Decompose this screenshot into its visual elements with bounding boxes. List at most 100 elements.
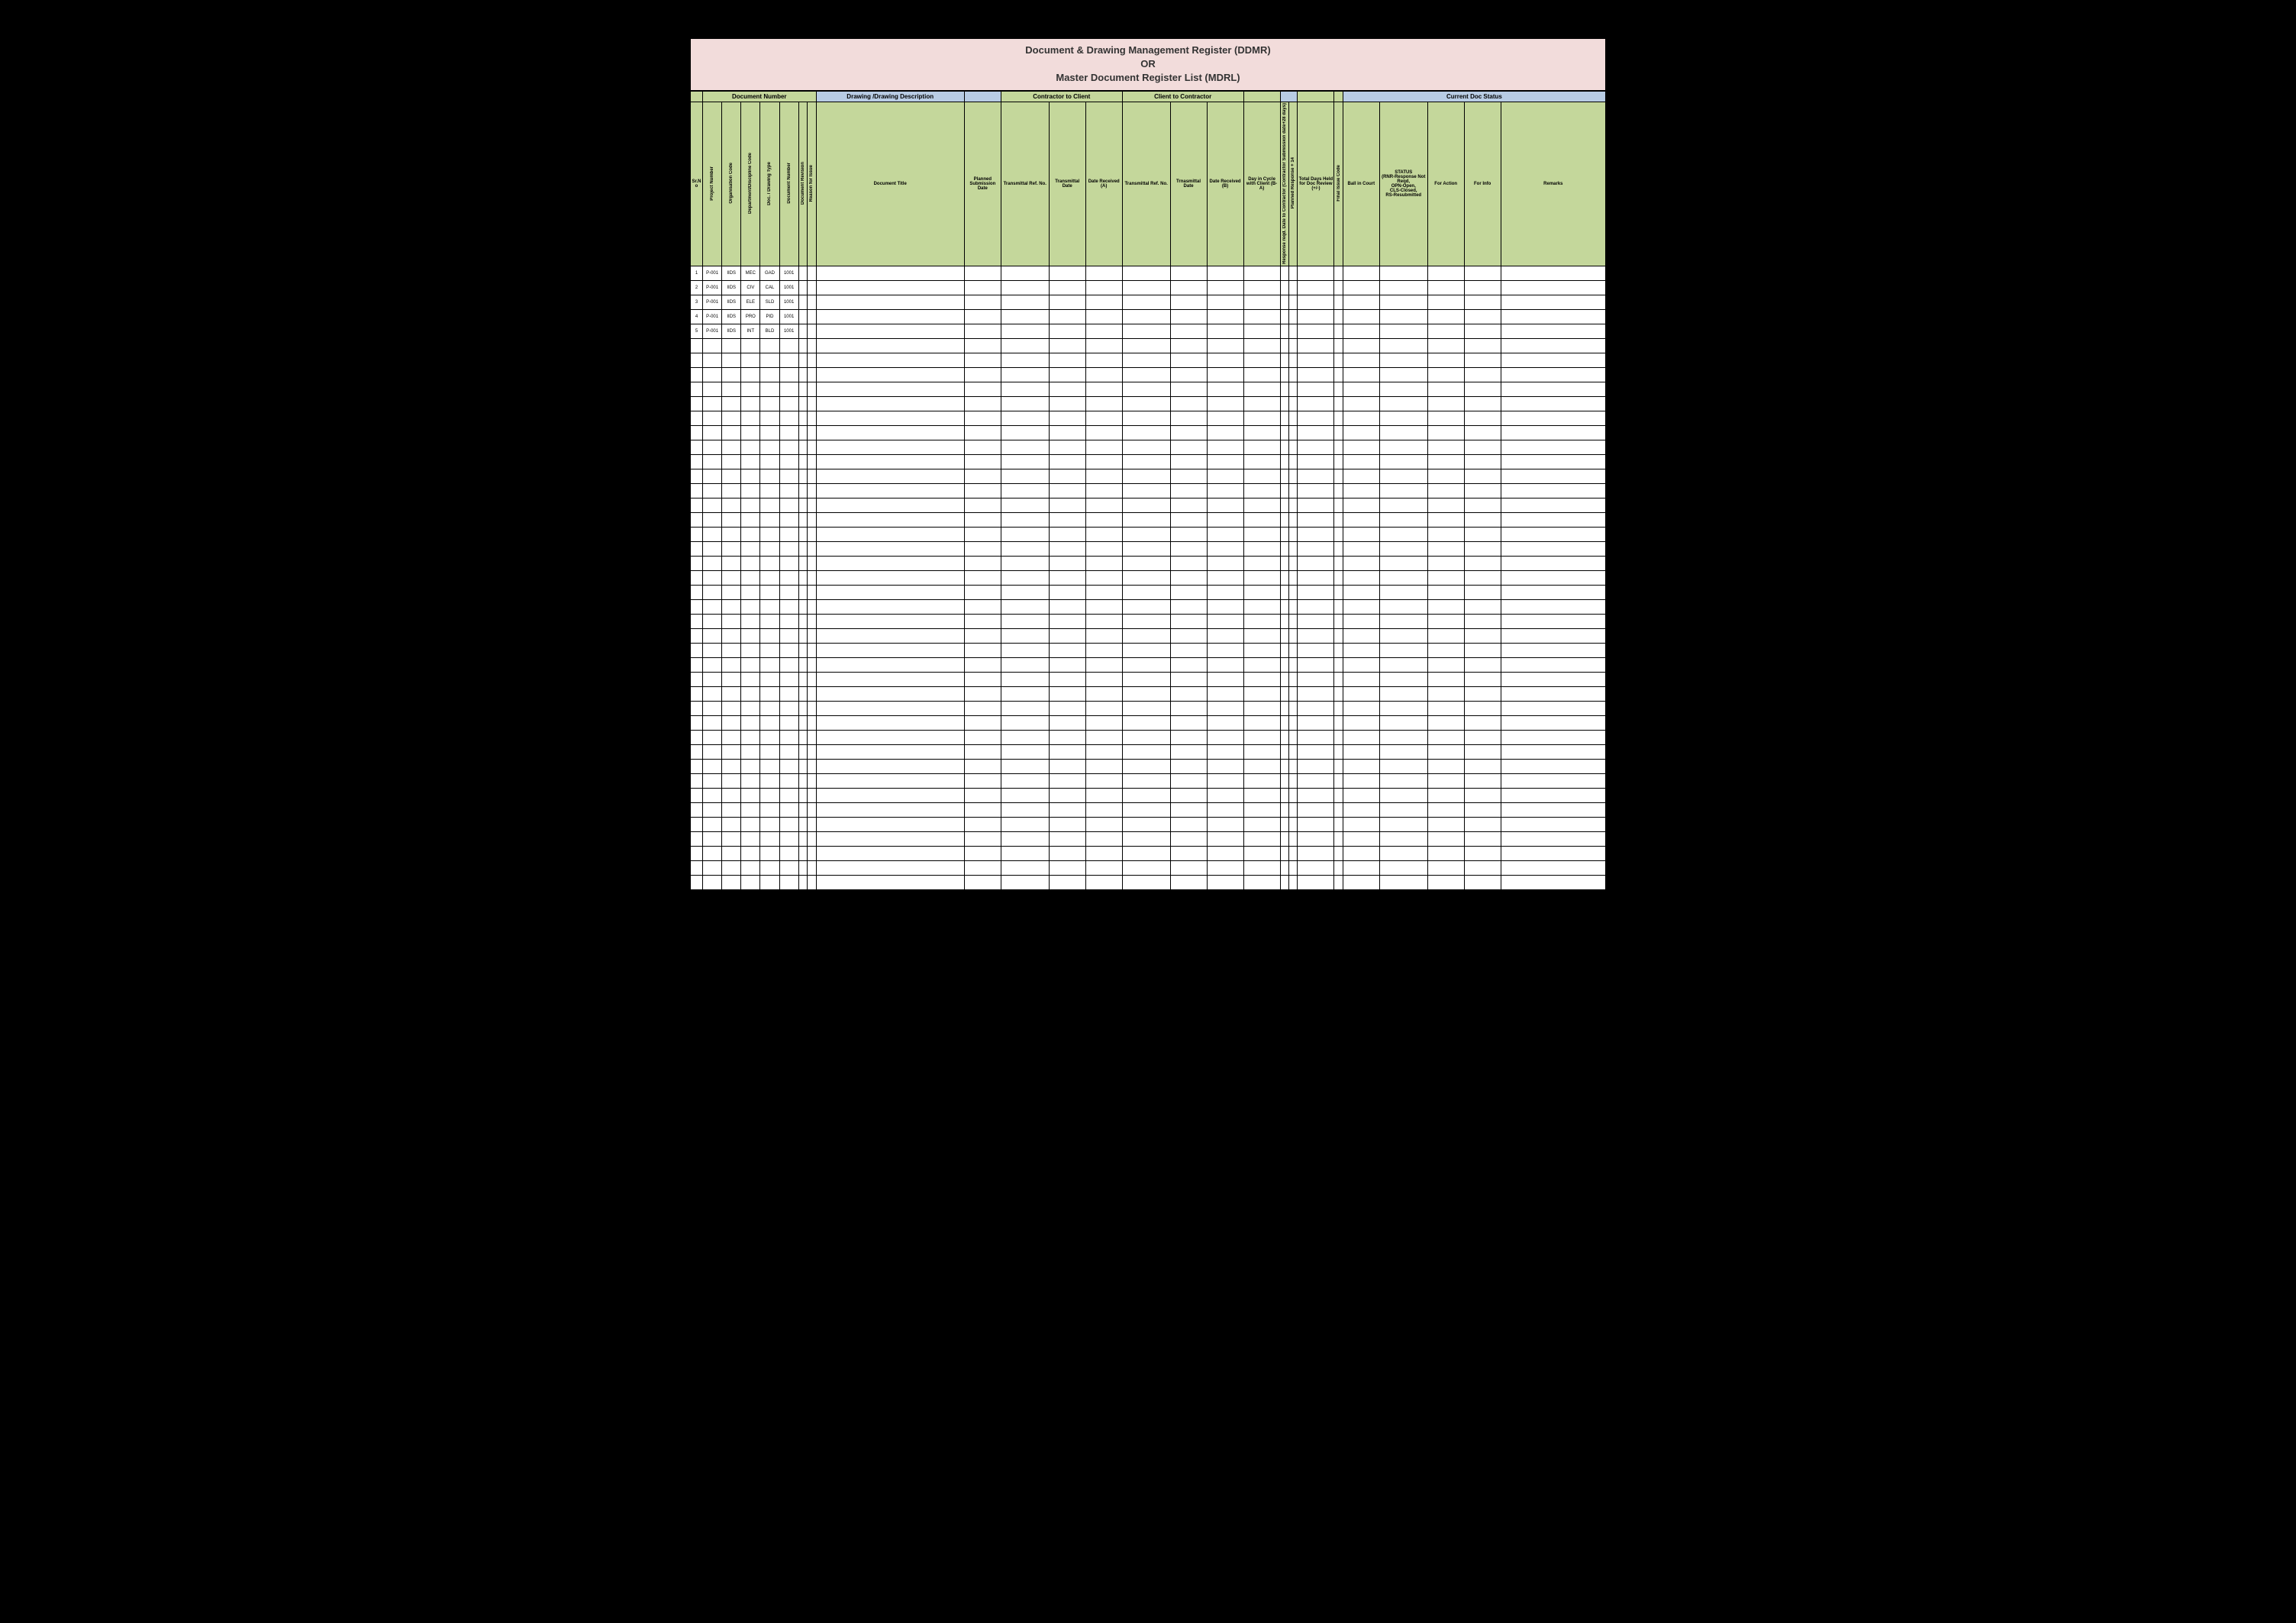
table-cell <box>1001 397 1049 411</box>
table-cell <box>1298 644 1334 658</box>
table-cell <box>1049 615 1085 629</box>
table-cell <box>1243 440 1280 455</box>
table-cell <box>1243 295 1280 310</box>
table-cell <box>1085 266 1122 281</box>
table-cell <box>779 818 798 832</box>
table-cell <box>1464 832 1501 847</box>
table-cell <box>703 469 722 484</box>
table-cell <box>1207 411 1243 426</box>
table-cell <box>1001 861 1049 876</box>
sec-status: Current Doc Status <box>1343 91 1605 102</box>
hdr-reason: Reason for Issue <box>808 102 816 266</box>
table-cell <box>1122 324 1170 339</box>
table-cell <box>816 324 964 339</box>
table-cell: IIDS <box>722 266 741 281</box>
table-cell <box>779 876 798 890</box>
table-cell <box>703 440 722 455</box>
table-cell <box>1049 484 1085 499</box>
table-cell <box>964 745 1001 760</box>
table-cell <box>1427 426 1464 440</box>
table-cell <box>1122 876 1170 890</box>
table-cell <box>1001 382 1049 397</box>
table-cell <box>703 716 722 731</box>
table-cell <box>1243 745 1280 760</box>
table-cell <box>779 760 798 774</box>
table-cell <box>1243 861 1280 876</box>
table-cell <box>691 716 703 731</box>
table-cell <box>1427 266 1464 281</box>
table-cell <box>1379 629 1427 644</box>
table-cell <box>722 789 741 803</box>
table-cell <box>1464 368 1501 382</box>
table-cell: ELE <box>741 295 760 310</box>
table-cell <box>1343 615 1379 629</box>
table-cell <box>798 411 807 426</box>
table-cell <box>1049 803 1085 818</box>
table-cell <box>1343 310 1379 324</box>
table-cell <box>1049 745 1085 760</box>
table-cell <box>722 876 741 890</box>
table-cell <box>1464 295 1501 310</box>
table-cell <box>1298 469 1334 484</box>
table-cell <box>703 818 722 832</box>
table-cell <box>1243 411 1280 426</box>
table-cell <box>798 455 807 469</box>
title-line3: Master Document Register List (MDRL) <box>691 71 1605 85</box>
table-cell <box>1122 760 1170 774</box>
table-cell <box>1207 818 1243 832</box>
table-cell <box>964 658 1001 673</box>
table-cell <box>798 687 807 702</box>
hdr-transdate2: Trnasmittal Date <box>1170 102 1207 266</box>
table-cell <box>1280 716 1288 731</box>
table-cell <box>816 440 964 455</box>
table-cell <box>1464 528 1501 542</box>
table-cell <box>1243 832 1280 847</box>
table-cell <box>1427 455 1464 469</box>
table-cell <box>798 745 807 760</box>
table-cell <box>1298 586 1334 600</box>
table-cell <box>741 557 760 571</box>
table-cell: 4 <box>691 310 703 324</box>
table-cell <box>741 455 760 469</box>
table-cell <box>703 702 722 716</box>
table-cell <box>741 382 760 397</box>
table-cell <box>964 469 1001 484</box>
hdr-srno: Sr.No <box>691 102 703 266</box>
table-cell <box>722 513 741 528</box>
table-cell <box>1280 861 1288 876</box>
table-cell <box>1427 571 1464 586</box>
table-cell <box>798 426 807 440</box>
table-cell <box>1501 600 1605 615</box>
table-cell <box>964 861 1001 876</box>
sec-blank-resp <box>1280 91 1298 102</box>
table-cell <box>816 368 964 382</box>
table-cell <box>816 687 964 702</box>
table-cell: 2 <box>691 281 703 295</box>
table-cell <box>1207 324 1243 339</box>
table-cell: PID <box>760 310 779 324</box>
table-cell <box>798 789 807 803</box>
table-cell <box>779 774 798 789</box>
table-cell <box>1001 266 1049 281</box>
table-cell <box>1170 426 1207 440</box>
table-cell <box>1379 586 1427 600</box>
table-cell <box>1001 339 1049 353</box>
table-cell: IIDS <box>722 281 741 295</box>
table-cell <box>1243 266 1280 281</box>
table-cell <box>1001 673 1049 687</box>
table-cell <box>1170 760 1207 774</box>
table-cell <box>1501 789 1605 803</box>
table-cell <box>1464 789 1501 803</box>
table-cell <box>741 571 760 586</box>
table-cell <box>1207 600 1243 615</box>
table-cell <box>1298 876 1334 890</box>
table-cell <box>691 353 703 368</box>
table-cell <box>808 832 816 847</box>
table-cell <box>964 513 1001 528</box>
table-cell <box>1001 876 1049 890</box>
table-cell <box>760 745 779 760</box>
table-cell <box>779 513 798 528</box>
table-cell <box>1243 658 1280 673</box>
table-cell <box>1334 658 1343 673</box>
table-cell <box>816 644 964 658</box>
